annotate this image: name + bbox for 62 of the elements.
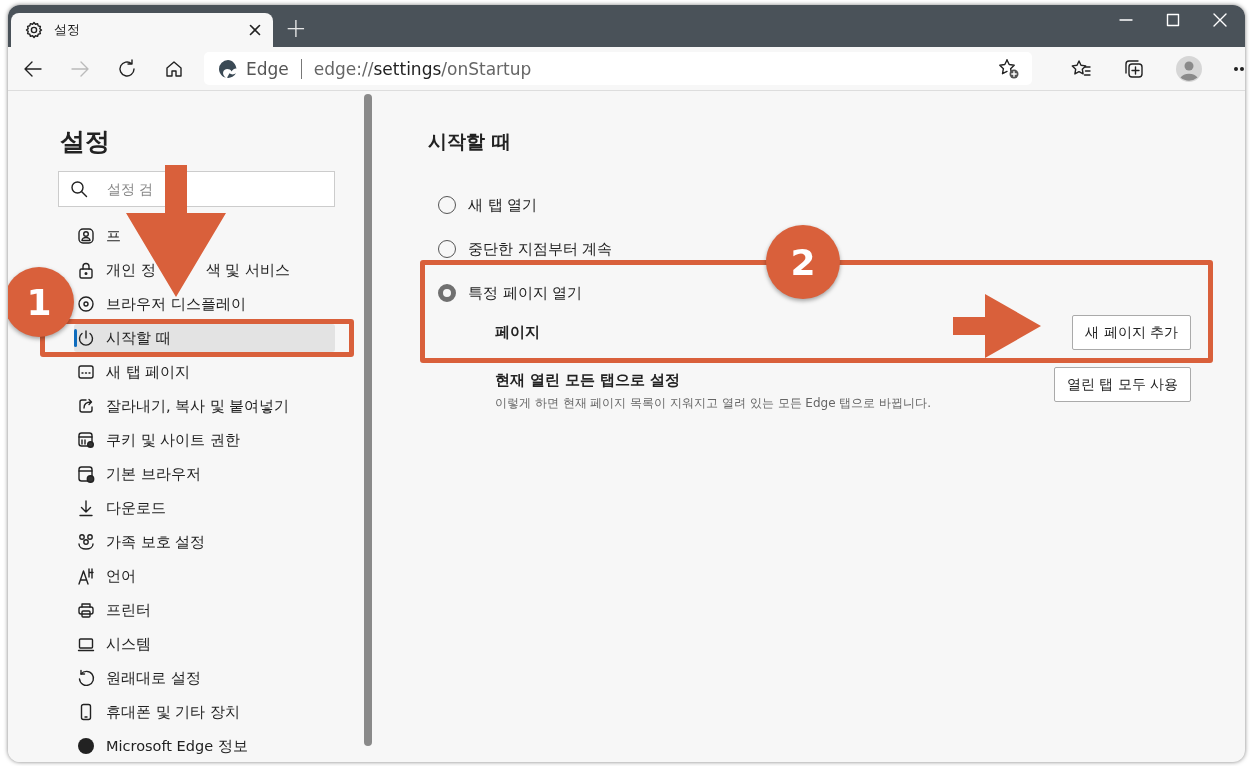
radio-option[interactable]: 새 탭 열기 bbox=[438, 183, 538, 227]
address-bar[interactable]: Edge edge://settings/onStartup bbox=[204, 52, 1032, 85]
site-label: Edge bbox=[246, 58, 289, 79]
tab-title: 설정 bbox=[54, 21, 81, 39]
browser-tab[interactable]: 설정 bbox=[11, 13, 273, 47]
sidebar-item[interactable]: 가족 보호 설정 bbox=[74, 528, 212, 556]
refresh-icon[interactable] bbox=[116, 57, 138, 80]
sidebar-item[interactable]: 잘라내기, 복사 및 붙여넣기 bbox=[74, 392, 296, 420]
more-icon[interactable] bbox=[1233, 65, 1245, 72]
sidebar-item[interactable]: 쿠키 및 사이트 권한 bbox=[74, 426, 246, 454]
sidebar-item[interactable]: 휴대폰 및 기타 장치 bbox=[74, 698, 246, 726]
sidebar-item[interactable]: 원래대로 설정 bbox=[74, 664, 207, 692]
use-open-tabs-button[interactable]: 열린 탭 모두 사용 bbox=[1053, 367, 1191, 402]
right-arrow-icon bbox=[953, 294, 1041, 358]
section-title: 시작할 때 bbox=[428, 129, 512, 154]
share-icon bbox=[77, 397, 95, 415]
pages-label: 페이지 bbox=[495, 323, 540, 342]
new-tab-button[interactable]: + bbox=[279, 13, 313, 43]
sidebar-item[interactable]: 프린터 bbox=[74, 596, 157, 624]
radio-label: 특정 페이지 열기 bbox=[468, 283, 583, 303]
sidebar-item[interactable]: Microsoft Edge 정보 bbox=[74, 732, 254, 760]
sidebar-item[interactable]: 개인 정 bbox=[74, 256, 162, 284]
radio-option[interactable]: 특정 페이지 열기 bbox=[438, 271, 583, 315]
language-icon bbox=[77, 567, 95, 585]
add-page-button[interactable]: 새 페이지 추가 bbox=[1072, 315, 1191, 350]
family-icon bbox=[77, 533, 95, 551]
sidebar-title: 설정 bbox=[60, 126, 111, 158]
power-icon bbox=[77, 329, 95, 347]
reset-icon bbox=[77, 669, 95, 687]
sidebar-item[interactable]: 프 bbox=[74, 222, 127, 250]
laptop-icon bbox=[77, 635, 95, 653]
sidebar-item[interactable]: 시작할 때 bbox=[74, 324, 335, 352]
maximize-icon[interactable] bbox=[1166, 13, 1180, 27]
step-number: 2 bbox=[766, 225, 840, 299]
sidebar-item[interactable]: 시스템 bbox=[74, 630, 157, 658]
setting-description: 이렇게 하면 현재 페이지 목록이 지워지고 열려 있는 모든 Edge 탭으로 바뀝니다. bbox=[495, 395, 931, 412]
radio-label: 새 탭 열기 bbox=[468, 195, 538, 215]
sidebar-item[interactable]: 다운로드 bbox=[74, 494, 172, 522]
collections-icon[interactable] bbox=[1123, 57, 1145, 80]
printer-icon bbox=[77, 601, 95, 619]
radio-button[interactable] bbox=[438, 284, 456, 302]
search-field[interactable]: 설정 검 bbox=[58, 171, 335, 207]
sidebar-item[interactable]: 새 탭 페이지 bbox=[74, 358, 197, 386]
add-favorite-icon[interactable] bbox=[998, 57, 1020, 80]
search-icon bbox=[70, 180, 88, 198]
download-icon bbox=[77, 499, 95, 517]
radio-option[interactable]: 중단한 지점부터 계속 bbox=[438, 227, 613, 271]
settings-icon bbox=[25, 21, 43, 39]
sidebar-item[interactable]: 브라우저 디스플레이 bbox=[74, 290, 252, 318]
profile-avatar-icon[interactable] bbox=[1176, 55, 1202, 82]
profile-icon bbox=[77, 227, 95, 245]
new-tab-icon bbox=[77, 363, 95, 381]
url-text: edge://settings/onStartup bbox=[313, 58, 533, 79]
radio-label: 중단한 지점부터 계속 bbox=[468, 239, 613, 259]
lock-icon bbox=[77, 261, 95, 279]
sidebar-item[interactable]: 기본 브라우저 bbox=[74, 460, 207, 488]
close-icon[interactable] bbox=[249, 24, 261, 36]
sidebar-item[interactable]: 언어 bbox=[74, 562, 142, 590]
setting-title: 현재 열린 모든 탭으로 설정 bbox=[495, 371, 682, 390]
display-icon bbox=[77, 295, 95, 313]
sidebar-item-label: 색 및 서비스 bbox=[205, 260, 290, 280]
scrollbar[interactable] bbox=[364, 94, 372, 746]
